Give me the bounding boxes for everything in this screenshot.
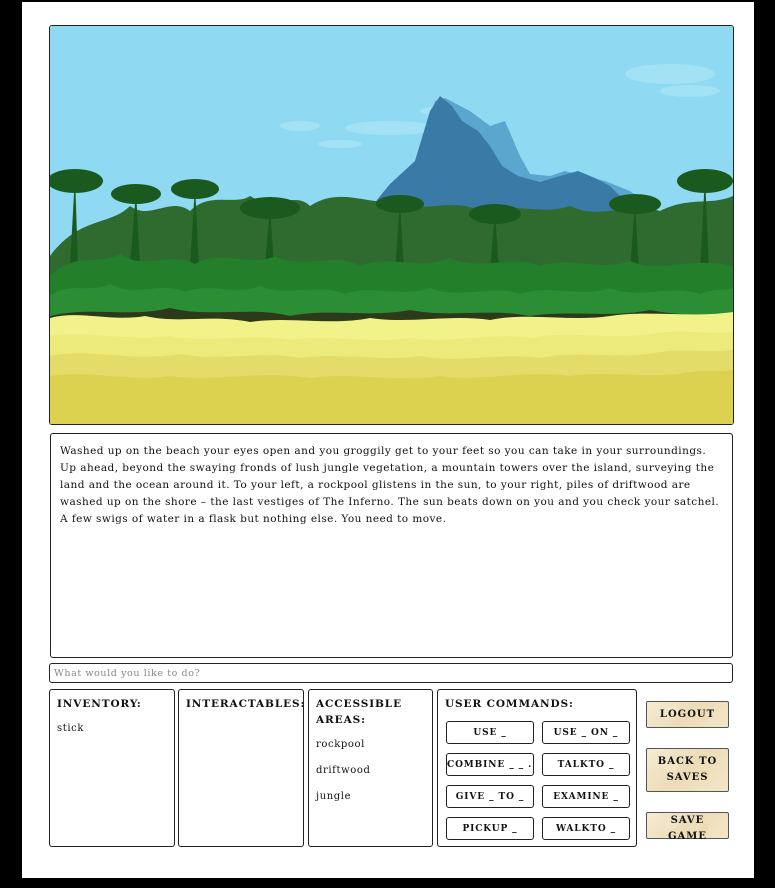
user-commands-panel: USER COMMANDS: USE _ USE _ ON _ COMBINE … [437, 689, 637, 847]
accessible-areas-panel: ACCESSIBLE AREAS: rockpool driftwood jun… [308, 689, 433, 847]
command-input[interactable] [49, 663, 733, 683]
use-button[interactable]: USE _ [446, 721, 534, 744]
story-text: Washed up on the beach your eyes open an… [60, 445, 720, 525]
examine-button[interactable]: EXAMINE _ [542, 785, 630, 808]
inventory-panel: INVENTORY: stick [49, 689, 175, 847]
scene-illustration [49, 25, 734, 425]
walkto-button[interactable]: WALKTO _ [542, 817, 630, 840]
use-on-button[interactable]: USE _ ON _ [542, 721, 630, 744]
area-item-jungle[interactable]: jungle [316, 789, 425, 805]
interactables-heading: INTERACTABLES: [186, 698, 306, 710]
save-game-button[interactable]: SAVE GAME [646, 812, 729, 842]
inventory-heading: INVENTORY: [57, 698, 142, 710]
combine-button[interactable]: COMBINE _ _ ... [446, 753, 534, 776]
accessible-areas-heading: ACCESSIBLE AREAS: [316, 698, 402, 726]
user-commands-heading: USER COMMANDS: [445, 698, 574, 710]
area-item-rockpool[interactable]: rockpool [316, 737, 425, 753]
area-item-driftwood[interactable]: driftwood [316, 763, 425, 779]
talkto-button[interactable]: TALKTO _ [542, 753, 630, 776]
story-text-panel: Washed up on the beach your eyes open an… [50, 433, 733, 658]
logout-button[interactable]: LOGOUT [646, 701, 729, 728]
back-to-saves-button[interactable]: BACK TO SAVES [646, 748, 729, 792]
inventory-item[interactable]: stick [57, 721, 167, 737]
game-page: Washed up on the beach your eyes open an… [22, 2, 754, 878]
give-to-button[interactable]: GIVE _ TO _ [446, 785, 534, 808]
interactables-panel: INTERACTABLES: [178, 689, 304, 847]
command-button-grid: USE _ USE _ ON _ COMBINE _ _ ... TALKTO … [446, 721, 630, 840]
island-scene-image [50, 26, 733, 424]
pickup-button[interactable]: PICKUP _ [446, 817, 534, 840]
